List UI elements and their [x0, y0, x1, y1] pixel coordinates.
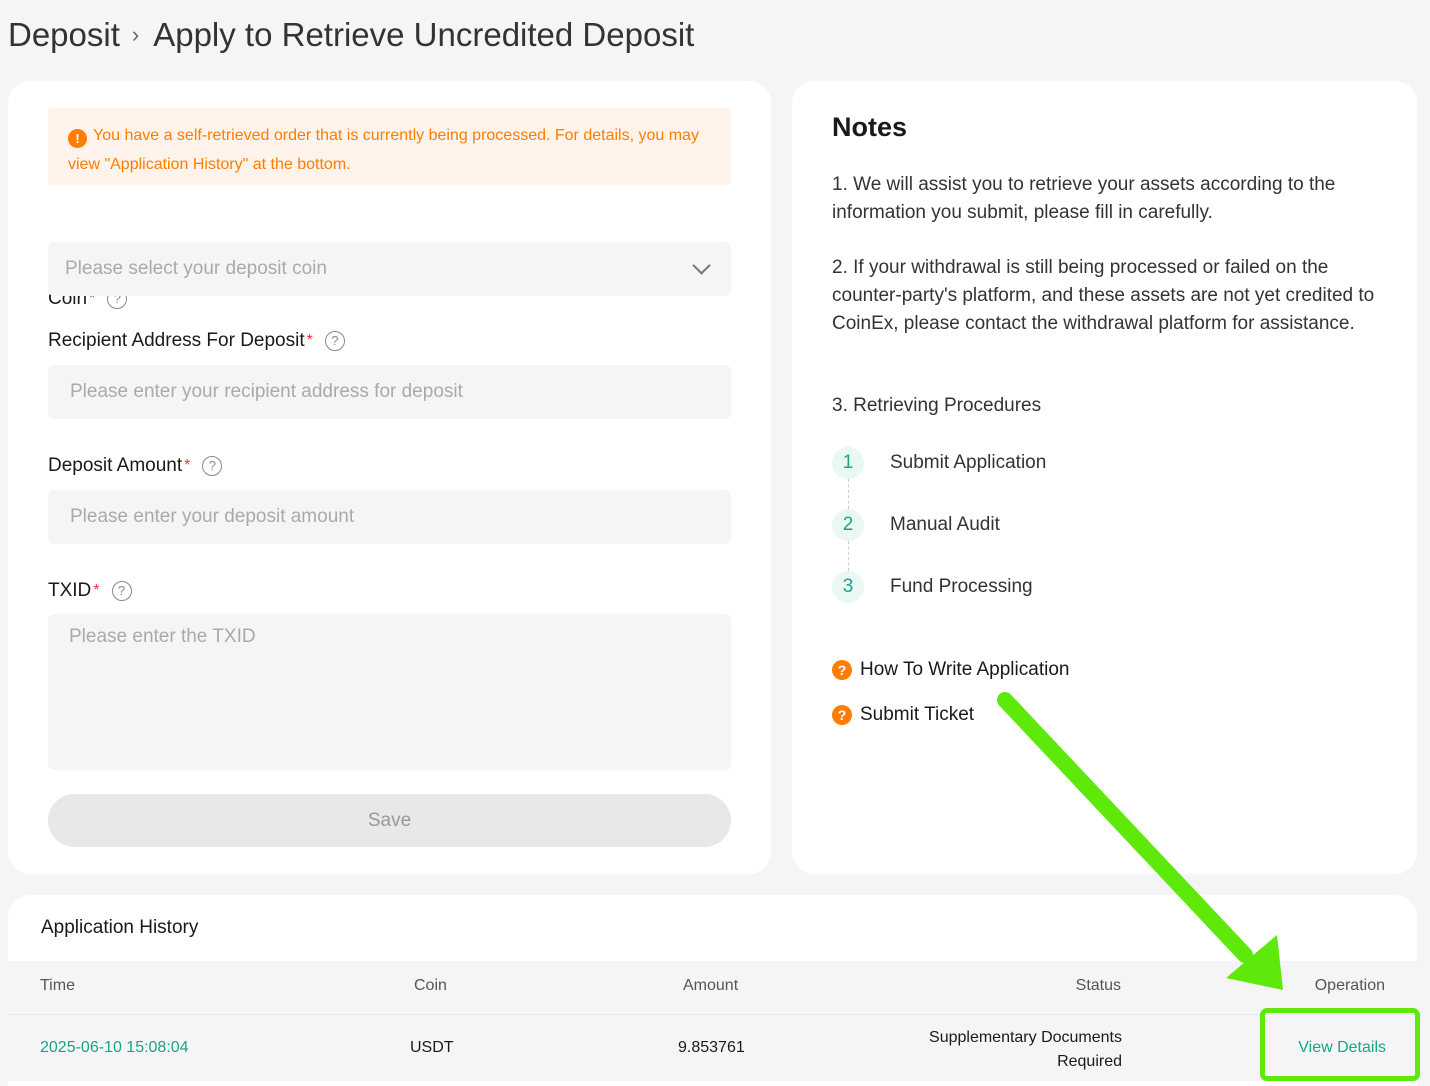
annotation-arrow-icon [997, 692, 1283, 990]
annotation-highlight-box [1260, 1008, 1420, 1081]
